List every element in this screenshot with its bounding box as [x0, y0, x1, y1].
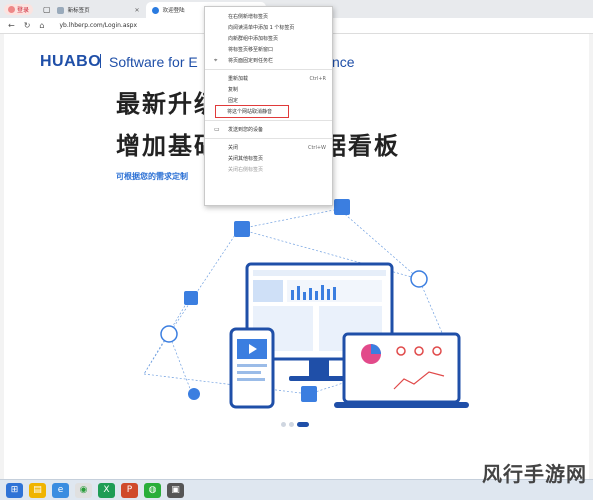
menu-item-label: 关闭其他标签页: [228, 156, 264, 162]
tagline-left: Software for E: [109, 54, 198, 70]
tagline-right: nce: [332, 54, 355, 70]
file-explorer-icon[interactable]: ▤: [29, 482, 46, 498]
tab-context-menu: 在右侧新增标签页 向阅读清单中添加 1 个标签页 向新群组中添加标签页 将标签页…: [204, 6, 333, 206]
tab-title: 新标签页: [67, 8, 90, 14]
tab-new-tab[interactable]: 新标签页 ✕: [51, 2, 146, 18]
menu-item-add-to-group[interactable]: 向新群组中添加标签页: [205, 33, 332, 44]
menu-item-add-to-reading-list[interactable]: 向阅读清单中添加 1 个标签页: [205, 22, 332, 33]
menu-item-label: 在右侧新增标签页: [228, 14, 269, 20]
app-icon[interactable]: ▣: [167, 482, 184, 498]
carousel-dot-3[interactable]: [297, 422, 309, 427]
url-field[interactable]: yb.lhberp.com/Login.aspx: [59, 22, 137, 29]
menu-item-label: 向阅读清单中添加 1 个标签页: [228, 25, 295, 31]
home-icon[interactable]: ⌂: [39, 21, 44, 30]
menu-item-duplicate[interactable]: 复制: [205, 84, 332, 95]
menu-item-label: 固定: [228, 98, 239, 104]
menu-item-close-right[interactable]: 关闭右侧标签页: [205, 164, 332, 175]
tab-title: 欢迎登陆: [162, 8, 185, 14]
powerpoint-icon[interactable]: P: [121, 482, 138, 498]
menu-item-shortcut: Ctrl+W: [307, 144, 326, 151]
brand-logo: HUABO: [40, 53, 102, 70]
menu-item-close[interactable]: 关闭 Ctrl+W: [205, 142, 332, 153]
logo-divider: [100, 54, 101, 68]
avatar: [8, 5, 15, 13]
pin-icon: ⌖: [214, 56, 218, 64]
menu-item-new-tab-right[interactable]: 在右侧新增标签页: [205, 11, 332, 22]
menu-item-send-to-device[interactable]: ▭ 发送到您的设备: [205, 124, 332, 135]
carousel-dot-2[interactable]: [289, 422, 294, 427]
menu-item-label: 关闭: [228, 145, 239, 151]
menu-item-label: 将标签页移至新窗口: [228, 47, 274, 53]
menu-item-label: 将这个网站取消静音: [227, 109, 273, 115]
device-icon: ▭: [214, 126, 220, 133]
excel-icon[interactable]: X: [98, 482, 115, 498]
dashboard-illustration: [143, 199, 469, 409]
menu-separator: [205, 69, 332, 70]
menu-separator: [205, 138, 332, 139]
profile-button[interactable]: 登录: [4, 3, 34, 15]
chrome-icon[interactable]: ◉: [75, 482, 92, 498]
menu-item-label: 重新加载: [228, 76, 249, 82]
menu-item-close-others[interactable]: 关闭其他标签页: [205, 153, 332, 164]
menu-item-label: 复制: [228, 87, 239, 93]
menu-item-shortcut: Ctrl+R: [309, 75, 326, 82]
start-icon[interactable]: ⊞: [6, 482, 23, 498]
menu-item-pin[interactable]: 固定: [205, 95, 332, 106]
tab-actions-icon[interactable]: ▢: [43, 5, 51, 14]
menu-item-label: 向新群组中添加标签页: [228, 36, 279, 42]
menu-item-pin-taskbar[interactable]: ⌖ 将页面固定到任务栏: [205, 55, 332, 66]
edge-icon[interactable]: e: [52, 482, 69, 498]
back-icon[interactable]: ←: [8, 21, 15, 30]
wechat-icon[interactable]: ◍: [144, 482, 161, 498]
menu-item-label: 发送到您的设备: [228, 127, 264, 133]
profile-label: 登录: [17, 6, 30, 14]
menu-item-unmute-site[interactable]: 将这个网站取消静音: [215, 105, 289, 118]
close-tab-icon[interactable]: ✕: [135, 7, 140, 14]
menu-separator: [205, 120, 332, 121]
subtitle: 可根据您的需求定制: [116, 172, 188, 181]
menu-item-label: 将页面固定到任务栏: [228, 58, 274, 64]
new-tab-favicon-icon: [56, 6, 64, 14]
menu-item-reload[interactable]: 重新加载 Ctrl+R: [205, 73, 332, 84]
reload-icon[interactable]: ↻: [24, 21, 31, 30]
carousel-indicator: [281, 422, 309, 427]
menu-item-label: 关闭右侧标签页: [228, 167, 264, 173]
menu-item-move-to-window[interactable]: 将标签页移至新窗口: [205, 44, 332, 55]
headline-2-right: 据看板: [322, 132, 400, 160]
site-favicon-icon: [151, 6, 159, 14]
carousel-dot-1[interactable]: [281, 422, 286, 427]
watermark: 风行手游网: [482, 462, 587, 486]
